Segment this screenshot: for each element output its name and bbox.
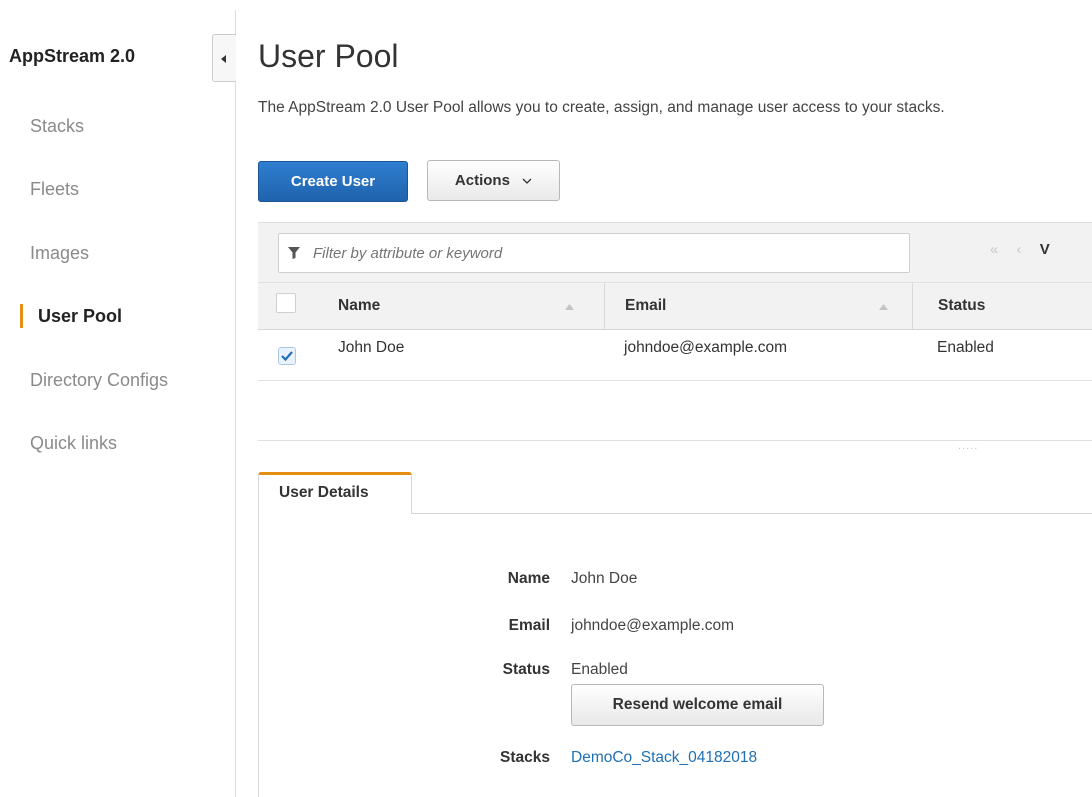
- tab-user-details-label: User Details: [279, 484, 369, 501]
- sort-asc-icon: [565, 304, 574, 310]
- cell-name: John Doe: [338, 339, 405, 356]
- column-header-email-label: Email: [625, 297, 667, 314]
- resend-welcome-email-button[interactable]: Resend welcome email: [571, 684, 824, 726]
- checkmark-icon: [281, 351, 293, 361]
- filter-input[interactable]: [278, 233, 910, 273]
- caret-left-icon: [221, 55, 226, 63]
- page-title: User Pool: [258, 38, 399, 74]
- stack-link[interactable]: DemoCo_Stack_04182018: [571, 749, 757, 767]
- prev-page-button[interactable]: ‹: [1017, 241, 1022, 258]
- tab-user-details[interactable]: User Details: [258, 472, 412, 514]
- detail-status-value: Enabled: [571, 661, 628, 678]
- sidebar-item-fleets[interactable]: Fleets: [30, 178, 79, 200]
- page-description: The AppStream 2.0 User Pool allows you t…: [258, 99, 945, 116]
- column-header-status[interactable]: Status: [912, 283, 1092, 330]
- cell-status: Enabled: [937, 339, 994, 356]
- filter-bar: « ‹ V: [258, 222, 1092, 283]
- sidebar-item-quick-links[interactable]: Quick links: [30, 432, 117, 454]
- sidebar-item-user-pool[interactable]: User Pool: [38, 305, 122, 327]
- sidebar-divider: [235, 10, 236, 797]
- pagination: « ‹ V: [990, 241, 1064, 258]
- sort-asc-icon: [879, 304, 888, 310]
- actions-label: Actions: [454, 172, 510, 189]
- detail-status-label: Status: [502, 661, 550, 678]
- table-header: Name Email Status: [258, 282, 1092, 330]
- column-header-name[interactable]: Name: [338, 283, 604, 330]
- first-page-button[interactable]: «: [990, 241, 998, 258]
- detail-email-value: johndoe@example.com: [571, 617, 735, 634]
- select-all-checkbox[interactable]: [276, 293, 296, 313]
- chevron-down-icon: [522, 178, 532, 184]
- detail-name-label: Name: [507, 570, 550, 587]
- filter-icon: [288, 247, 300, 259]
- sidebar-item-stacks[interactable]: Stacks: [30, 115, 84, 137]
- create-user-button[interactable]: Create User: [258, 161, 408, 202]
- actions-dropdown-button[interactable]: Actions: [427, 160, 560, 201]
- cell-email: johndoe@example.com: [624, 339, 788, 356]
- row-checkbox[interactable]: [278, 347, 296, 365]
- table-row[interactable]: John Doe johndoe@example.com Enabled: [258, 330, 1092, 381]
- sidebar-item-directory-configs[interactable]: Directory Configs: [30, 369, 168, 391]
- sidebar-nav: AppStream 2.0 Stacks Fleets Images User …: [0, 0, 236, 797]
- active-indicator: [20, 304, 23, 328]
- app-title: AppStream 2.0: [9, 46, 136, 66]
- pager-label: V: [1039, 241, 1050, 258]
- collapse-sidebar-button[interactable]: [212, 34, 236, 82]
- detail-name-value: John Doe: [571, 570, 638, 587]
- column-header-name-label: Name: [338, 297, 381, 314]
- sidebar-item-images[interactable]: Images: [30, 242, 89, 264]
- users-table: « ‹ V Name Email Status John Doe: [258, 222, 1092, 381]
- resize-grip[interactable]: .....: [958, 440, 978, 452]
- column-header-email[interactable]: Email: [604, 283, 912, 330]
- column-header-status-label: Status: [938, 297, 986, 314]
- detail-email-label: Email: [508, 617, 550, 634]
- detail-stacks-label: Stacks: [500, 749, 550, 766]
